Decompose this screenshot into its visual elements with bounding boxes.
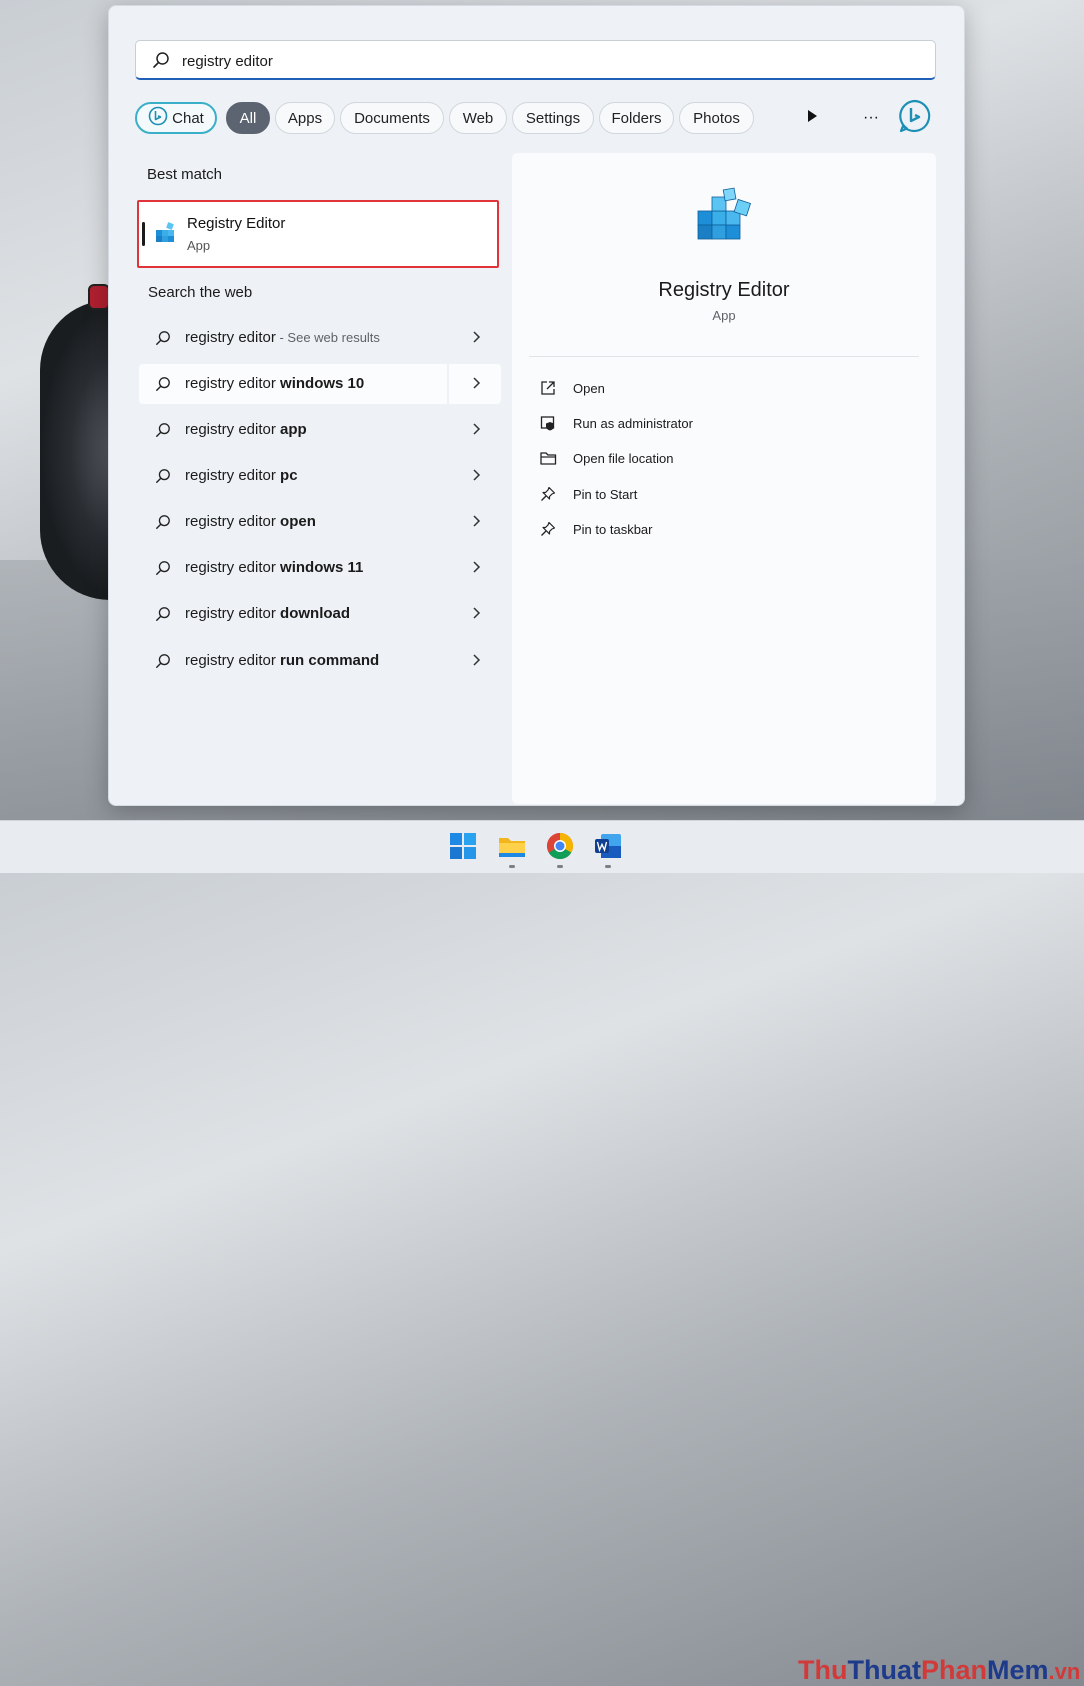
detail-divider [529,356,919,357]
chrome-icon[interactable] [545,831,575,861]
detail-app-name: Registry Editor [658,279,790,301]
search-icon [155,514,171,535]
action-pin-to-start[interactable]: Pin to Start [540,480,920,510]
filter-photos-label: Photos [693,109,740,127]
watermark-logo: ThuThuatPhanMem.vn [798,1655,1081,1685]
web-result-item[interactable]: registry editor windows 11 [139,548,501,588]
search-box[interactable] [135,40,936,80]
web-result-item[interactable]: registry editor pc [139,456,501,496]
chevron-right-icon[interactable] [471,422,481,441]
filter-web[interactable]: Web [449,102,507,134]
bing-large-icon [898,99,932,138]
divider [447,364,449,404]
filter-documents[interactable]: Documents [340,102,444,134]
bing-button[interactable] [897,99,933,138]
chevron-right-icon[interactable] [471,330,481,349]
pin-icon [540,486,556,507]
search-icon [155,560,171,581]
start-search-panel: Chat All Apps Documents Web Settings Fol… [108,5,965,806]
filter-settings[interactable]: Settings [512,102,594,134]
running-indicator [557,865,563,868]
search-input[interactable] [180,47,924,75]
filter-bar: Chat All Apps Documents Web Settings Fol… [135,99,935,138]
search-web-heading: Search the web [148,284,253,301]
play-arrow-icon [806,109,818,128]
chevron-right-icon[interactable] [471,514,481,533]
registry-editor-icon [155,222,177,249]
search-icon [152,51,170,74]
web-result-item[interactable]: registry editor app [139,410,501,450]
web-result-text: registry editor run command [185,652,380,669]
filter-settings-label: Settings [525,109,581,127]
search-icon [155,606,171,627]
folder-icon [540,450,557,471]
scroll-filters-button[interactable] [796,102,828,134]
bing-icon [148,106,168,130]
action-open[interactable]: Open [540,374,920,404]
chevron-right-icon[interactable] [471,606,481,625]
word-icon[interactable] [593,831,623,861]
best-match-subtitle: App [187,238,211,253]
web-result-item[interactable]: registry editor - See web results [139,318,501,358]
filter-apps-label: Apps [287,109,323,127]
open-external-icon [540,380,556,401]
web-result-item[interactable]: registry editor download [139,594,501,634]
web-result-text: registry editor app [185,421,307,438]
more-options-label: ··· [863,109,879,126]
web-result-text: registry editor download [185,605,351,622]
search-icon [155,653,171,674]
filter-all-label: All [239,109,257,127]
filter-folders[interactable]: Folders [599,102,674,134]
selection-indicator [142,222,145,246]
web-result-item[interactable]: registry editor windows 10 [139,364,501,404]
web-result-text: registry editor windows 11 [185,559,364,576]
web-result-text: registry editor pc [185,467,298,484]
filter-chat-label: Chat [172,109,204,127]
web-result-item[interactable]: registry editor open [139,502,501,542]
best-match-title: Registry Editor [187,215,286,232]
search-icon [155,330,171,351]
action-open-file-location[interactable]: Open file location [540,444,920,474]
web-result-text: registry editor - See web results [185,329,380,346]
chevron-right-icon[interactable] [471,560,481,579]
taskbar: ThuThuatPhanMem.vn [0,820,1084,1685]
windows-start-icon[interactable] [448,831,478,861]
search-icon [155,376,171,397]
filter-documents-label: Documents [354,109,430,127]
filter-photos[interactable]: Photos [679,102,754,134]
web-result-hint: - See web results [275,330,380,345]
more-options-button[interactable]: ··· [855,102,887,134]
action-open-label: Open [573,381,605,396]
chevron-right-icon[interactable] [471,376,481,395]
action-pin-to-taskbar[interactable]: Pin to taskbar [540,515,920,545]
detail-app-type: App [712,308,736,323]
pin-icon [540,521,556,542]
action-pin-to-taskbar-label: Pin to taskbar [573,522,653,537]
running-indicator [605,865,611,868]
chevron-right-icon[interactable] [471,468,481,487]
search-icon [155,422,171,443]
filter-web-label: Web [462,109,494,127]
action-run-as-admin-label: Run as administrator [573,416,693,431]
action-pin-to-start-label: Pin to Start [573,487,638,502]
best-match-result[interactable]: Registry Editor App [137,200,499,268]
detail-pane: Registry Editor App Open Run as administ… [512,153,936,804]
chevron-right-icon[interactable] [471,653,481,672]
action-open-file-location-label: Open file location [573,451,674,466]
web-result-text: registry editor windows 10 [185,375,365,392]
filter-folders-label: Folders [611,109,662,127]
action-run-as-admin[interactable]: Run as administrator [540,409,920,439]
registry-editor-large-icon [694,187,758,256]
filter-chat[interactable]: Chat [135,102,217,134]
filter-apps[interactable]: Apps [275,102,335,134]
web-result-text: registry editor open [185,513,316,530]
file-explorer-icon[interactable] [497,831,527,861]
wallpaper-taillight [88,284,110,310]
shield-admin-icon [540,415,556,436]
web-result-item[interactable]: registry editor run command [139,641,501,681]
best-match-heading: Best match [147,166,223,183]
filter-all[interactable]: All [226,102,270,134]
search-icon [155,468,171,489]
running-indicator [509,865,515,868]
